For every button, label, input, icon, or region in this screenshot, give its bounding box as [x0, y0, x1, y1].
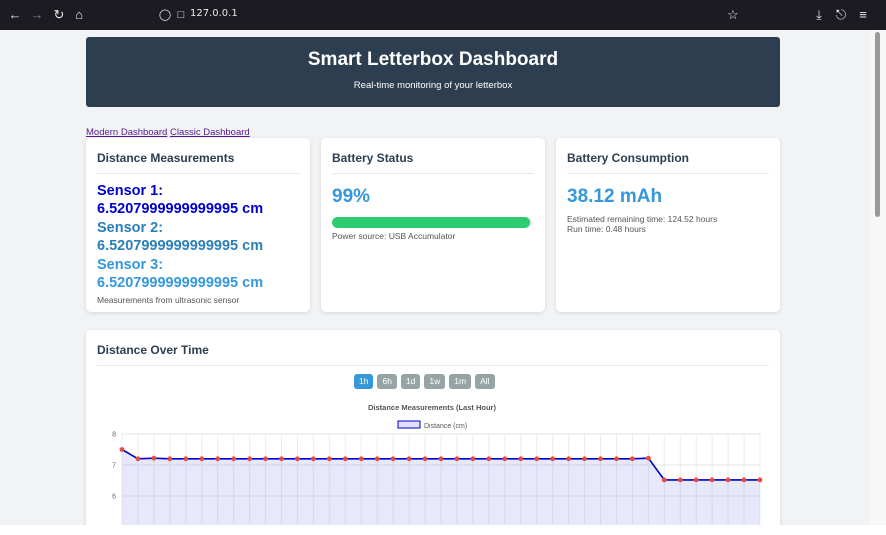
- data-point[interactable]: [757, 477, 763, 483]
- data-point[interactable]: [422, 456, 428, 462]
- data-point[interactable]: [231, 456, 237, 462]
- data-point[interactable]: [534, 456, 540, 462]
- legend-swatch: [397, 420, 421, 429]
- y-tick-label: 8: [112, 432, 116, 439]
- data-point[interactable]: [342, 456, 348, 462]
- data-point[interactable]: [677, 477, 683, 483]
- data-point[interactable]: [550, 456, 555, 462]
- sensor-unit: cm: [242, 275, 264, 291]
- data-point[interactable]: [582, 456, 587, 462]
- data-point[interactable]: [119, 447, 125, 452]
- data-point[interactable]: [215, 456, 221, 462]
- battery-consumption-card: Battery Consumption 38.12 mAh Estimated …: [556, 138, 780, 312]
- data-point[interactable]: [311, 456, 316, 462]
- data-point[interactable]: [151, 455, 157, 461]
- consumption-value: 38.12 mAh: [567, 186, 663, 207]
- page-title: Smart Letterbox Dashboard: [307, 49, 559, 70]
- data-point[interactable]: [725, 477, 731, 483]
- data-point[interactable]: [247, 456, 253, 462]
- bookmark-star-icon[interactable]: ☆: [724, 6, 742, 24]
- data-point[interactable]: [374, 456, 380, 462]
- sensor-reading: Sensor 2: 6.5207999999999995 cm: [97, 219, 310, 255]
- run-time: Run time: 0.48 hours: [567, 224, 646, 234]
- sensor-label: Sensor 2:: [97, 220, 164, 236]
- extensions-icon[interactable]: ⎋: [832, 6, 850, 24]
- sensor-list: Sensor 1: 6.5207999999999995 cm Sensor 2…: [86, 182, 310, 292]
- sensor-value: 6.5207999999999995: [97, 238, 239, 254]
- data-point[interactable]: [598, 456, 603, 462]
- sensor-reading: Sensor 3: 6.5207999999999995 cm: [97, 256, 310, 292]
- dashboard-links: Modern Dashboard Classic Dashboard: [86, 127, 250, 138]
- browser-toolbar: ← → ↻ ⌂ ◯ □ 127.0.0.1 ☆ ⤓ ⎋ ≡: [0, 0, 886, 30]
- sensor-unit: cm: [242, 201, 264, 217]
- data-point[interactable]: [614, 456, 619, 462]
- data-point[interactable]: [502, 456, 508, 462]
- window-bottom-edge: [0, 525, 886, 535]
- data-point[interactable]: [263, 456, 268, 462]
- y-tick-label: 7: [112, 463, 116, 470]
- battery-percent: 99%: [332, 186, 371, 207]
- menu-icon[interactable]: ≡: [854, 6, 872, 24]
- data-point[interactable]: [709, 477, 715, 483]
- data-point[interactable]: [135, 456, 141, 462]
- address-bar[interactable]: 127.0.0.1: [190, 8, 238, 19]
- sensor-value: 6.5207999999999995: [97, 201, 239, 217]
- data-point[interactable]: [518, 456, 524, 462]
- dashboard-header: Smart Letterbox Dashboard Real-time moni…: [86, 37, 780, 107]
- back-arrow-icon[interactable]: ←: [6, 6, 24, 24]
- data-point[interactable]: [358, 456, 364, 462]
- forward-arrow-icon[interactable]: →: [28, 6, 46, 24]
- y-axis-ticks: 8 7 6: [112, 432, 116, 501]
- sensor-reading: Sensor 1: 6.5207999999999995 cm: [97, 182, 310, 218]
- data-point[interactable]: [326, 456, 332, 462]
- scrollbar-thumb[interactable]: [875, 32, 880, 217]
- data-point[interactable]: [167, 456, 173, 462]
- home-icon[interactable]: ⌂: [70, 6, 88, 24]
- download-icon[interactable]: ⤓: [810, 6, 828, 24]
- data-point[interactable]: [438, 456, 444, 462]
- data-point[interactable]: [183, 456, 189, 462]
- battery-card-title: Battery Status: [332, 138, 534, 174]
- battery-status-card: Battery Status 99% Power source: USB Acc…: [321, 138, 545, 312]
- data-point[interactable]: [470, 456, 476, 462]
- distance-chart-card: Distance Over Time 1h 6h 1d 1w 1m All Distanc…: [86, 330, 780, 525]
- battery-progress-fill: [332, 217, 530, 228]
- data-point[interactable]: [693, 477, 699, 483]
- page-icon: □: [177, 9, 185, 21]
- page-subtitle: Real-time monitoring of your letterbox: [353, 80, 513, 91]
- distance-line-chart: Distance Measurements (Last Hour) Distan…: [112, 403, 763, 525]
- distance-card: Distance Measurements Sensor 1: 6.520799…: [86, 138, 310, 312]
- data-point[interactable]: [646, 455, 651, 461]
- battery-progress-bar: [332, 217, 532, 228]
- distance-card-title: Distance Measurements: [97, 138, 299, 174]
- data-point[interactable]: [406, 456, 412, 462]
- sensor-note: Measurements from ultrasonic sensor: [97, 295, 240, 305]
- data-point[interactable]: [454, 456, 460, 462]
- sensor-label: Sensor 3:: [97, 257, 164, 273]
- data-point[interactable]: [741, 477, 747, 483]
- sensor-value: 6.5207999999999995: [97, 275, 239, 291]
- page-viewport: Smart Letterbox Dashboard Real-time moni…: [0, 30, 870, 525]
- consumption-card-title: Battery Consumption: [567, 138, 769, 174]
- sensor-label: Sensor 1:: [97, 183, 164, 199]
- data-point[interactable]: [486, 456, 492, 462]
- data-point[interactable]: [390, 456, 396, 462]
- data-point[interactable]: [279, 456, 284, 462]
- modern-dashboard-link[interactable]: Modern Dashboard: [86, 127, 167, 138]
- data-point[interactable]: [661, 477, 667, 483]
- legend-label[interactable]: Distance (cm): [424, 423, 467, 430]
- scrollbar[interactable]: [870, 30, 886, 525]
- sensor-unit: cm: [242, 238, 264, 254]
- data-point[interactable]: [566, 456, 571, 462]
- data-point[interactable]: [630, 456, 635, 462]
- reload-icon[interactable]: ↻: [50, 6, 68, 24]
- classic-dashboard-link[interactable]: Classic Dashboard: [170, 127, 250, 138]
- data-point[interactable]: [199, 456, 205, 462]
- data-point[interactable]: [295, 456, 300, 462]
- chart-title: Distance Measurements (Last Hour): [368, 403, 496, 412]
- power-source: Power source: USB Accumulator: [332, 231, 456, 241]
- y-tick-label: 6: [112, 494, 116, 501]
- remaining-time: Estimated remaining time: 124.52 hours: [567, 214, 718, 224]
